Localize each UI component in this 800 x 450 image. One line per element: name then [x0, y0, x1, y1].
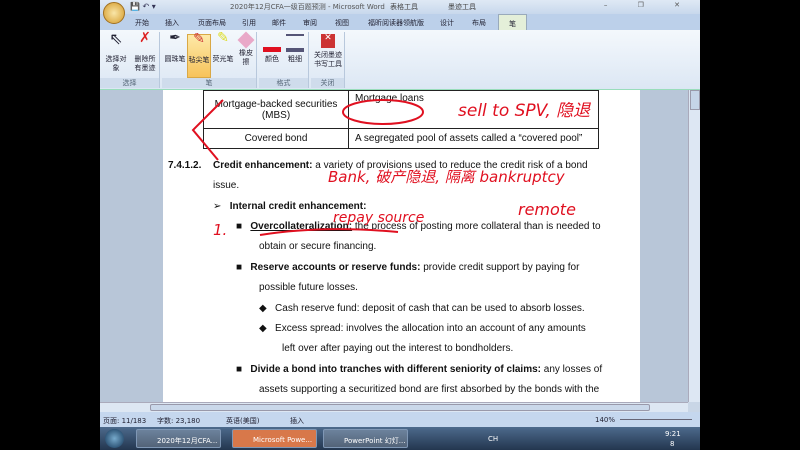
- title-bar: 2020年12月CFA一级百题预测 - Microsoft Word 表格工具 …: [100, 0, 700, 14]
- select-objects-button[interactable]: ⇖ 选择对象: [103, 29, 129, 73]
- list-item-cont: possible future losses.: [259, 282, 358, 293]
- cursor-icon: ⇖: [109, 29, 123, 48]
- window-title: 2020年12月CFA一级百题预测 - Microsoft Word: [230, 3, 385, 11]
- highlighter-icon: ✎: [217, 30, 229, 46]
- zoom-level[interactable]: 140%: [595, 416, 615, 424]
- heading-number: 7.4.1.2.: [168, 160, 202, 171]
- eraser-icon: [237, 31, 255, 49]
- scroll-thumb[interactable]: [690, 90, 700, 110]
- sub-item: ◆ Excess spread: involves the allocation…: [259, 323, 586, 334]
- tab-mailings[interactable]: 邮件: [272, 18, 286, 28]
- group-close: ✕ 关闭墨迹书写工具 关闭: [311, 32, 345, 88]
- table-row: Covered bond A segregated pool of assets …: [203, 128, 599, 149]
- tab-design[interactable]: 设计: [440, 18, 454, 28]
- context-tab-table-tools: 表格工具: [390, 3, 418, 11]
- list-item: ■ Divide a bond into tranches with diffe…: [236, 364, 603, 375]
- word-count[interactable]: 字数: 23,180: [157, 416, 200, 426]
- start-button[interactable]: [105, 429, 124, 448]
- color-icon: [263, 34, 281, 52]
- close-icon: ✕: [321, 34, 335, 48]
- window-controls[interactable]: – ❐ ✕: [604, 1, 694, 9]
- taskbar: 2020年12月CFA... Microsoft Powe... PowerPo…: [100, 427, 700, 450]
- color-button[interactable]: 颜色: [262, 34, 282, 64]
- heading-cont: issue.: [213, 180, 240, 191]
- word-window: 2020年12月CFA一级百题预测 - Microsoft Word 表格工具 …: [100, 0, 700, 427]
- zoom-slider[interactable]: [620, 419, 692, 420]
- horizontal-scrollbar[interactable]: [100, 402, 688, 412]
- delete-all-ink-button[interactable]: ✗ 删除所有墨迹: [132, 30, 158, 73]
- sub-item: ◆ Cash reserve fund: deposit of cash tha…: [259, 303, 585, 314]
- vertical-scrollbar[interactable]: [688, 90, 700, 402]
- list-item-cont: assets supporting a securitized bond are…: [259, 384, 600, 395]
- list-item: ■ Reserve accounts or reserve funds: pro…: [236, 262, 580, 273]
- tab-table-layout[interactable]: 布局: [472, 18, 486, 28]
- eraser-button[interactable]: 橡皮擦: [237, 31, 255, 67]
- ink-note: 1.: [213, 221, 227, 239]
- status-bar: 页面: 11/183 字数: 23,180 英语(美国) 插入 140%: [100, 412, 700, 427]
- tab-pen[interactable]: 笔: [498, 14, 527, 30]
- tab-insert[interactable]: 插入: [165, 18, 179, 28]
- group-label: 选择: [100, 78, 159, 88]
- quick-access-toolbar[interactable]: 💾 ↶ ▾: [130, 2, 156, 11]
- securitization-table: Mortgage-backed securities (MBS) Mortgage…: [203, 90, 599, 149]
- heading-line: Credit enhancement: a variety of provisi…: [213, 160, 588, 171]
- group-label: 笔: [162, 78, 256, 88]
- tab-view[interactable]: 视图: [335, 18, 349, 28]
- scroll-thumb[interactable]: [150, 404, 650, 411]
- sub-item-cont: left over after paying out the interest …: [282, 343, 514, 354]
- ribbon-tabs: 开始 插入 页面布局 引用 邮件 审阅 视图 福昕阅读器领航版 设计 布局 笔: [100, 14, 700, 30]
- delete-ink-icon: ✗: [139, 30, 151, 46]
- clock-time[interactable]: 9:21: [665, 430, 681, 438]
- pen-icon: ✒: [169, 30, 181, 46]
- close-ink-tools-button[interactable]: ✕ 关闭墨迹书写工具: [313, 34, 343, 69]
- felt-pen-button[interactable]: ✎ 毡尖笔: [187, 31, 211, 78]
- tab-foxit[interactable]: 福昕阅读器领航版: [368, 18, 424, 28]
- clock-date[interactable]: 8: [670, 440, 674, 448]
- office-button[interactable]: [103, 2, 125, 24]
- list-item: ■ Overcollateralization: the process of …: [236, 221, 601, 232]
- ink-note: remote: [518, 200, 576, 219]
- highlighter-button[interactable]: ✎ 荧光笔: [212, 30, 234, 64]
- group-pens: ✒ 圆珠笔 ✎ 毡尖笔 ✎ 荧光笔 橡皮擦 笔: [162, 30, 257, 88]
- tab-home[interactable]: 开始: [135, 18, 149, 28]
- input-language[interactable]: CH: [488, 435, 498, 443]
- page-count[interactable]: 页面: 11/183: [103, 416, 146, 426]
- group-label: 格式: [259, 78, 308, 88]
- group-format: 颜色 粗细 格式: [259, 32, 309, 88]
- ribbon: ⇖ 选择对象 ✗ 删除所有墨迹 选择 ✒ 圆珠笔 ✎ 毡尖笔 ✎ 荧光笔 橡皮擦 笔 颜色…: [100, 30, 700, 90]
- group-select: ⇖ 选择对象 ✗ 删除所有墨迹 选择: [100, 29, 160, 88]
- document-page[interactable]: Mortgage-backed securities (MBS) Mortgage…: [163, 90, 640, 402]
- felt-pen-icon: ✎: [193, 31, 205, 47]
- tab-layout[interactable]: 页面布局: [198, 18, 226, 28]
- tab-review[interactable]: 审阅: [303, 18, 317, 28]
- context-tab-ink-tools: 墨迹工具: [448, 3, 476, 11]
- document-area[interactable]: Mortgage-backed securities (MBS) Mortgage…: [100, 90, 688, 402]
- internal-heading: ➢ Internal credit enhancement:: [213, 201, 367, 212]
- task-powerpoint-slideshow[interactable]: PowerPoint 幻灯...: [323, 429, 408, 448]
- ballpoint-pen-button[interactable]: ✒ 圆珠笔: [164, 30, 186, 64]
- thickness-icon: [286, 34, 304, 52]
- insert-mode[interactable]: 插入: [290, 416, 304, 426]
- tab-references[interactable]: 引用: [242, 18, 256, 28]
- group-label: 关闭: [311, 78, 344, 88]
- task-word[interactable]: 2020年12月CFA...: [136, 429, 221, 448]
- table-row: Mortgage-backed securities (MBS) Mortgage…: [203, 90, 599, 129]
- language[interactable]: 英语(美国): [226, 416, 259, 426]
- thickness-button[interactable]: 粗细: [285, 34, 305, 64]
- list-item-cont: obtain or secure financing.: [259, 241, 377, 252]
- task-powerpoint[interactable]: Microsoft Powe...: [232, 429, 317, 448]
